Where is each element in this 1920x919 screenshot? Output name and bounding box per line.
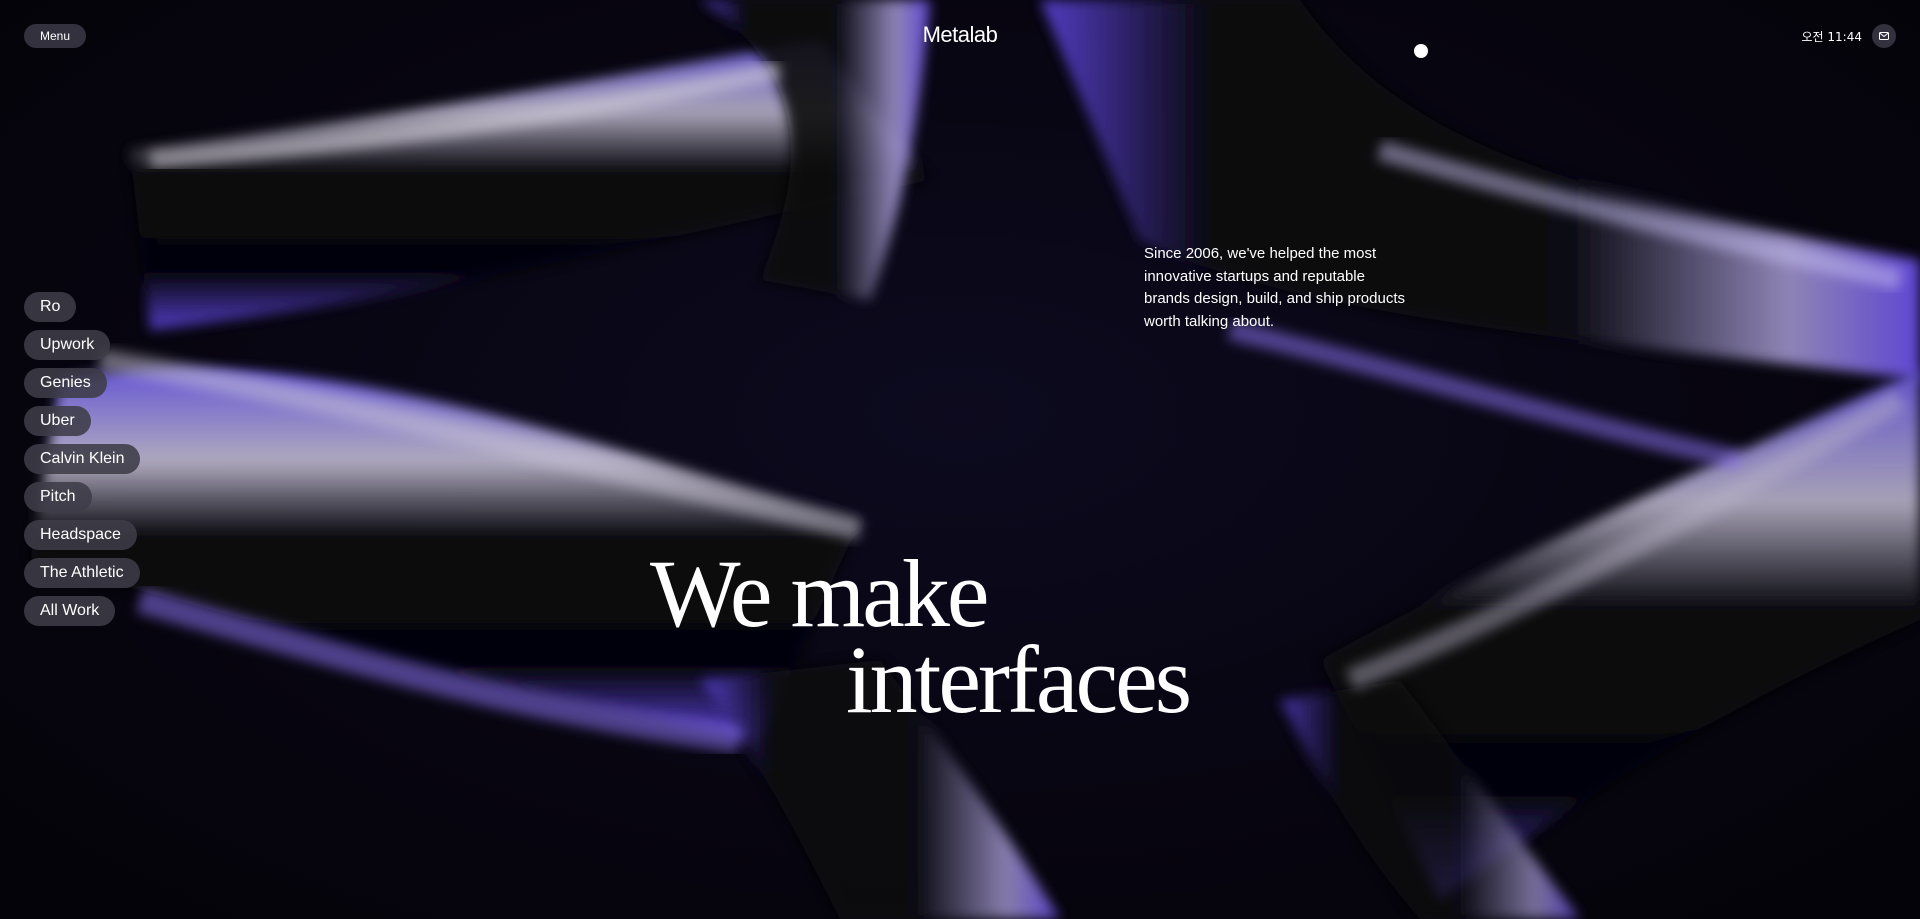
work-item-calvin-klein[interactable]: Calvin Klein xyxy=(24,444,141,474)
work-item-ro[interactable]: Ro xyxy=(24,292,77,322)
local-time: 오전 11:44 xyxy=(1801,29,1862,44)
header-right: 오전 11:44 xyxy=(1802,24,1896,48)
mail-button[interactable] xyxy=(1872,24,1896,48)
work-item-pitch[interactable]: Pitch xyxy=(24,482,92,512)
work-item-uber[interactable]: Uber xyxy=(24,406,91,436)
work-item-upwork[interactable]: Upwork xyxy=(24,330,111,360)
inflated-star-artwork xyxy=(30,0,1920,919)
hero-headline-line2: interfaces xyxy=(846,626,1192,733)
work-item-headspace[interactable]: Headspace xyxy=(24,520,137,550)
work-item-genies[interactable]: Genies xyxy=(24,368,107,398)
mail-icon xyxy=(1879,32,1889,40)
cursor-dot xyxy=(1414,44,1428,58)
intro-text: Since 2006, we've helped the most innova… xyxy=(1144,245,1406,330)
work-item-the-athletic[interactable]: The Athletic xyxy=(24,558,140,588)
work-list: Ro Upwork Genies Uber Calvin Klein Pitch… xyxy=(24,292,141,626)
work-item-all-work[interactable]: All Work xyxy=(24,596,116,626)
brand-logo[interactable]: Metalab xyxy=(0,22,1920,48)
hero-stage: Menu Metalab 오전 11:44 Since 2006, we've … xyxy=(0,0,1920,919)
